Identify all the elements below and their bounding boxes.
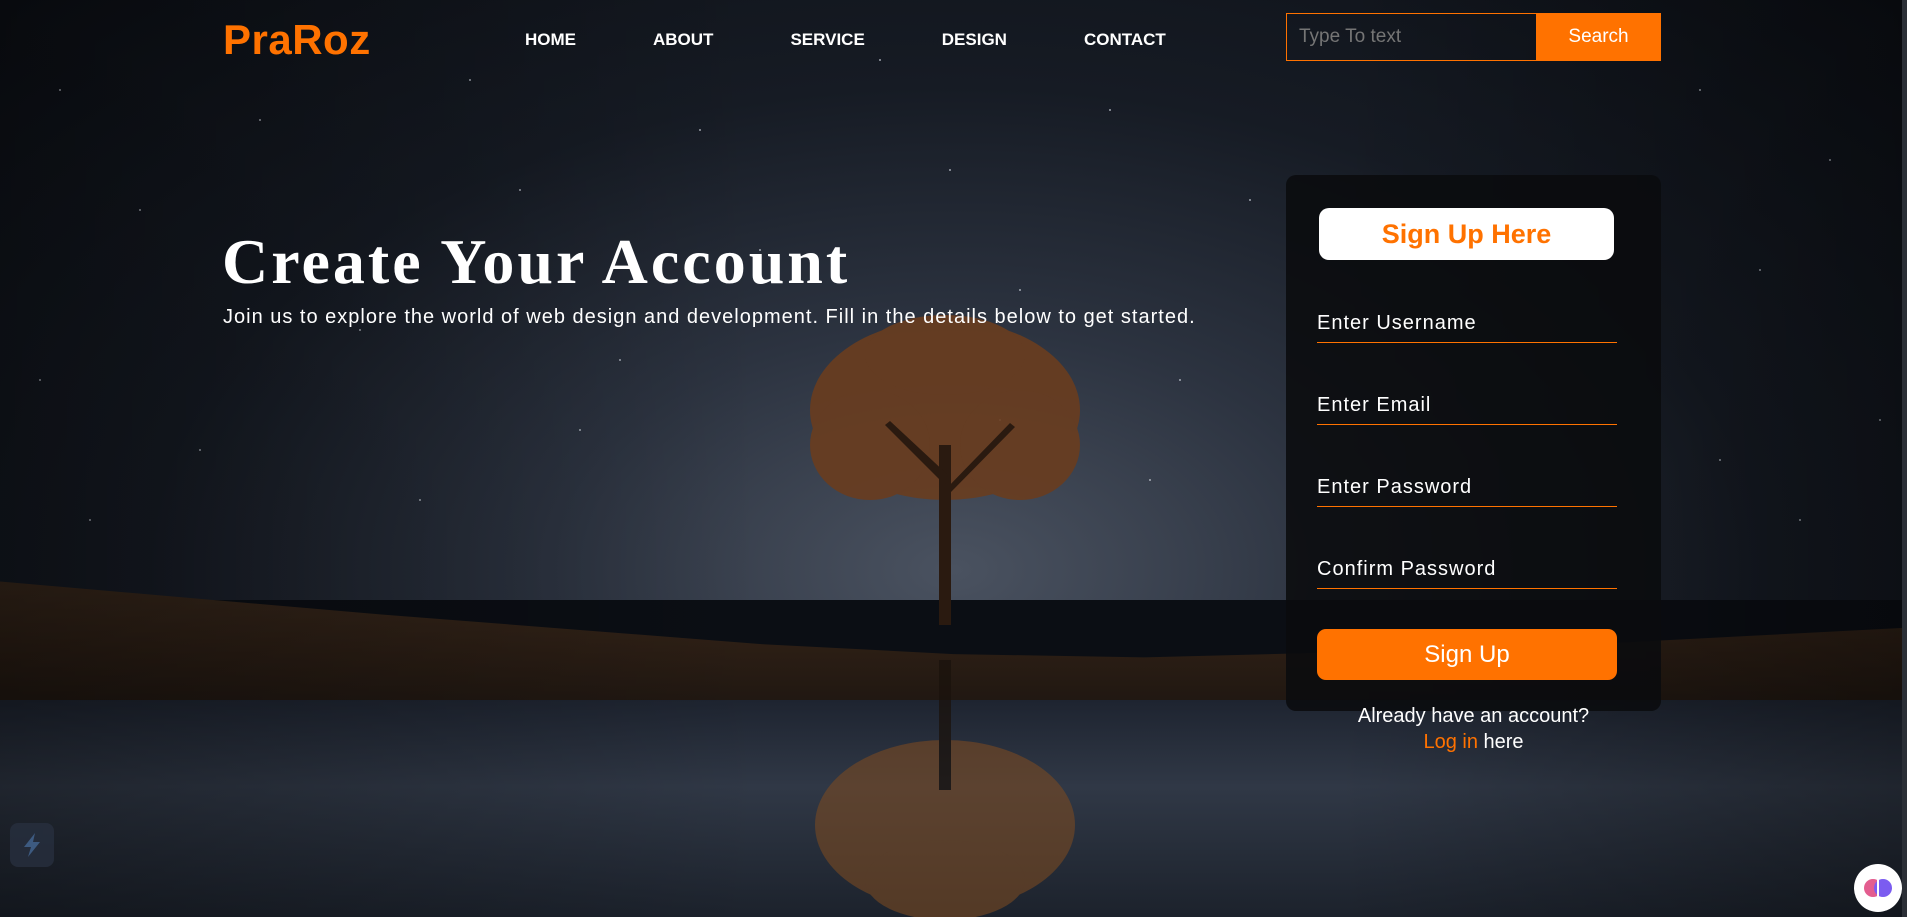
nav-home[interactable]: HOME: [525, 30, 576, 50]
site-logo[interactable]: PraRoz: [223, 16, 371, 64]
username-field[interactable]: [1317, 308, 1617, 343]
lightning-bolt-icon[interactable]: [10, 823, 54, 867]
scrollbar-track[interactable]: [1902, 0, 1907, 917]
login-suffix: here: [1483, 731, 1524, 753]
page-subtitle: Join us to explore the world of web desi…: [223, 306, 1196, 328]
login-prompt-block: Already have an account? Log in here: [1286, 703, 1661, 755]
nav-design[interactable]: DESIGN: [942, 30, 1007, 50]
password-field[interactable]: [1317, 472, 1617, 507]
signup-form: Sign Up Here Sign Up: [1286, 175, 1661, 711]
email-field[interactable]: [1317, 390, 1617, 425]
search-button[interactable]: Search: [1536, 13, 1661, 61]
search-input[interactable]: [1286, 13, 1536, 61]
page-title: Create Your Account: [222, 226, 851, 297]
login-link[interactable]: Log in: [1423, 731, 1478, 753]
nav-about[interactable]: ABOUT: [653, 30, 713, 50]
confirm-password-field[interactable]: [1317, 554, 1617, 589]
login-line: Log in here: [1286, 729, 1661, 755]
nav-contact[interactable]: CONTACT: [1084, 30, 1166, 50]
signup-button[interactable]: Sign Up: [1317, 629, 1617, 680]
brain-icon[interactable]: [1854, 864, 1902, 912]
form-title: Sign Up Here: [1319, 208, 1614, 260]
nav-service[interactable]: SERVICE: [790, 30, 864, 50]
login-prompt: Already have an account?: [1357, 705, 1590, 727]
main-nav: HOME ABOUT SERVICE DESIGN CONTACT: [525, 30, 1166, 50]
